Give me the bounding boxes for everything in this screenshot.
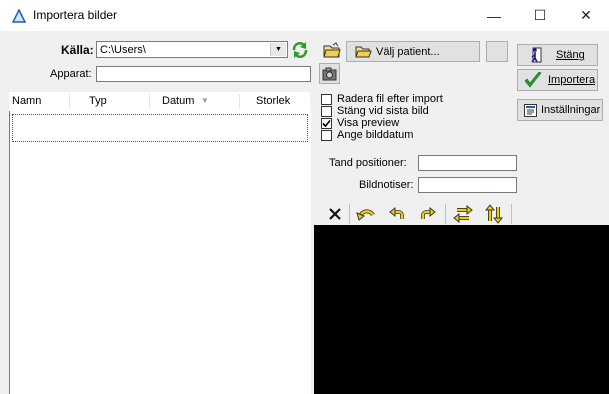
list-focus-row[interactable] bbox=[12, 114, 308, 142]
settings-label: Inställningar bbox=[541, 104, 601, 116]
image-preview bbox=[314, 225, 609, 394]
column-name[interactable]: Namn bbox=[12, 95, 41, 107]
column-size[interactable]: Storlek bbox=[256, 95, 290, 107]
set-date-checkbox[interactable] bbox=[321, 129, 332, 141]
import-button[interactable]: Importera bbox=[517, 69, 598, 91]
rotate-left-small-button[interactable] bbox=[386, 203, 408, 225]
triangle-app-icon bbox=[12, 9, 26, 23]
close-on-last-option[interactable]: Stäng vid sista bild bbox=[321, 105, 443, 117]
flip-vertical-button[interactable] bbox=[483, 203, 505, 225]
choose-patient-label: Välj patient... bbox=[376, 45, 440, 58]
delete-after-import-checkbox[interactable] bbox=[321, 93, 332, 105]
folder-open-icon bbox=[355, 46, 372, 58]
chevron-down-icon[interactable]: ▼ bbox=[270, 43, 286, 56]
set-date-label: Ange bilddatum bbox=[337, 129, 414, 141]
close-on-last-checkbox[interactable] bbox=[321, 105, 332, 117]
maximize-button[interactable]: ☐ bbox=[517, 0, 563, 31]
delete-button[interactable] bbox=[324, 203, 346, 225]
file-list[interactable] bbox=[9, 111, 311, 394]
notes-field[interactable] bbox=[418, 177, 517, 193]
minimize-button[interactable]: — bbox=[471, 0, 517, 31]
tooth-positions-label: Tand positioner: bbox=[329, 157, 407, 169]
device-field[interactable] bbox=[96, 66, 311, 82]
rotate-right-small-button[interactable] bbox=[417, 203, 439, 225]
tool-separator bbox=[349, 204, 350, 224]
folder-open-icon[interactable] bbox=[323, 42, 341, 58]
notes-label: Bildnotiser: bbox=[359, 179, 414, 191]
flip-horizontal-icon bbox=[453, 205, 473, 223]
camera-icon bbox=[322, 67, 337, 80]
rotate-left-icon bbox=[356, 209, 375, 221]
tool-separator bbox=[445, 204, 446, 224]
close-button[interactable]: Stäng bbox=[517, 44, 598, 66]
choose-patient-button[interactable]: Välj patient... bbox=[346, 41, 480, 62]
flip-horizontal-button[interactable] bbox=[452, 203, 474, 225]
column-separator bbox=[69, 94, 70, 109]
door-exit-icon bbox=[531, 47, 542, 62]
title-bar: Importera bilder — ☐ ✕ bbox=[0, 0, 609, 31]
maximize-icon: ☐ bbox=[533, 7, 547, 23]
set-date-option[interactable]: Ange bilddatum bbox=[321, 129, 443, 141]
settings-icon bbox=[524, 103, 537, 117]
tool-separator bbox=[511, 204, 512, 224]
close-on-last-label: Stäng vid sista bild bbox=[337, 105, 429, 117]
close-icon: ✕ bbox=[580, 7, 592, 23]
device-label: Apparat: bbox=[50, 68, 92, 80]
column-date[interactable]: Datum bbox=[162, 95, 194, 107]
tooth-positions-field[interactable] bbox=[418, 155, 517, 171]
source-label: Källa: bbox=[61, 43, 94, 57]
patient-extra-button[interactable] bbox=[486, 41, 508, 62]
show-preview-label: Visa preview bbox=[337, 117, 400, 129]
file-list-header: Namn Typ Datum ▼ Storlek bbox=[9, 92, 310, 112]
minimize-icon: — bbox=[487, 7, 501, 24]
source-combobox[interactable]: C:\Users\ ▼ bbox=[96, 41, 288, 58]
column-type[interactable]: Typ bbox=[89, 95, 107, 107]
column-separator bbox=[239, 94, 240, 109]
delete-after-import-option[interactable]: Radera fil efter import bbox=[321, 93, 443, 105]
show-preview-option[interactable]: Visa preview bbox=[321, 117, 443, 129]
delete-after-import-label: Radera fil efter import bbox=[337, 93, 443, 105]
flip-vertical-icon bbox=[484, 204, 504, 224]
delete-x-icon bbox=[329, 208, 341, 220]
rotate-left-small-icon bbox=[389, 206, 404, 219]
close-window-button[interactable]: ✕ bbox=[563, 0, 609, 31]
checkmark-icon bbox=[322, 119, 331, 127]
camera-button[interactable] bbox=[319, 63, 340, 84]
refresh-icon[interactable] bbox=[291, 41, 309, 59]
show-preview-checkbox[interactable] bbox=[321, 117, 332, 129]
checkmark-icon bbox=[524, 72, 542, 88]
rotate-left-button[interactable] bbox=[355, 203, 377, 225]
settings-button[interactable]: Inställningar bbox=[517, 99, 603, 121]
column-separator bbox=[149, 94, 150, 109]
source-value: C:\Users\ bbox=[100, 44, 146, 56]
close-label: Stäng bbox=[556, 49, 585, 61]
import-label: Importera bbox=[548, 74, 596, 86]
sort-down-icon: ▼ bbox=[201, 96, 209, 105]
window-title: Importera bilder bbox=[33, 8, 118, 22]
rotate-right-small-icon bbox=[421, 206, 436, 219]
